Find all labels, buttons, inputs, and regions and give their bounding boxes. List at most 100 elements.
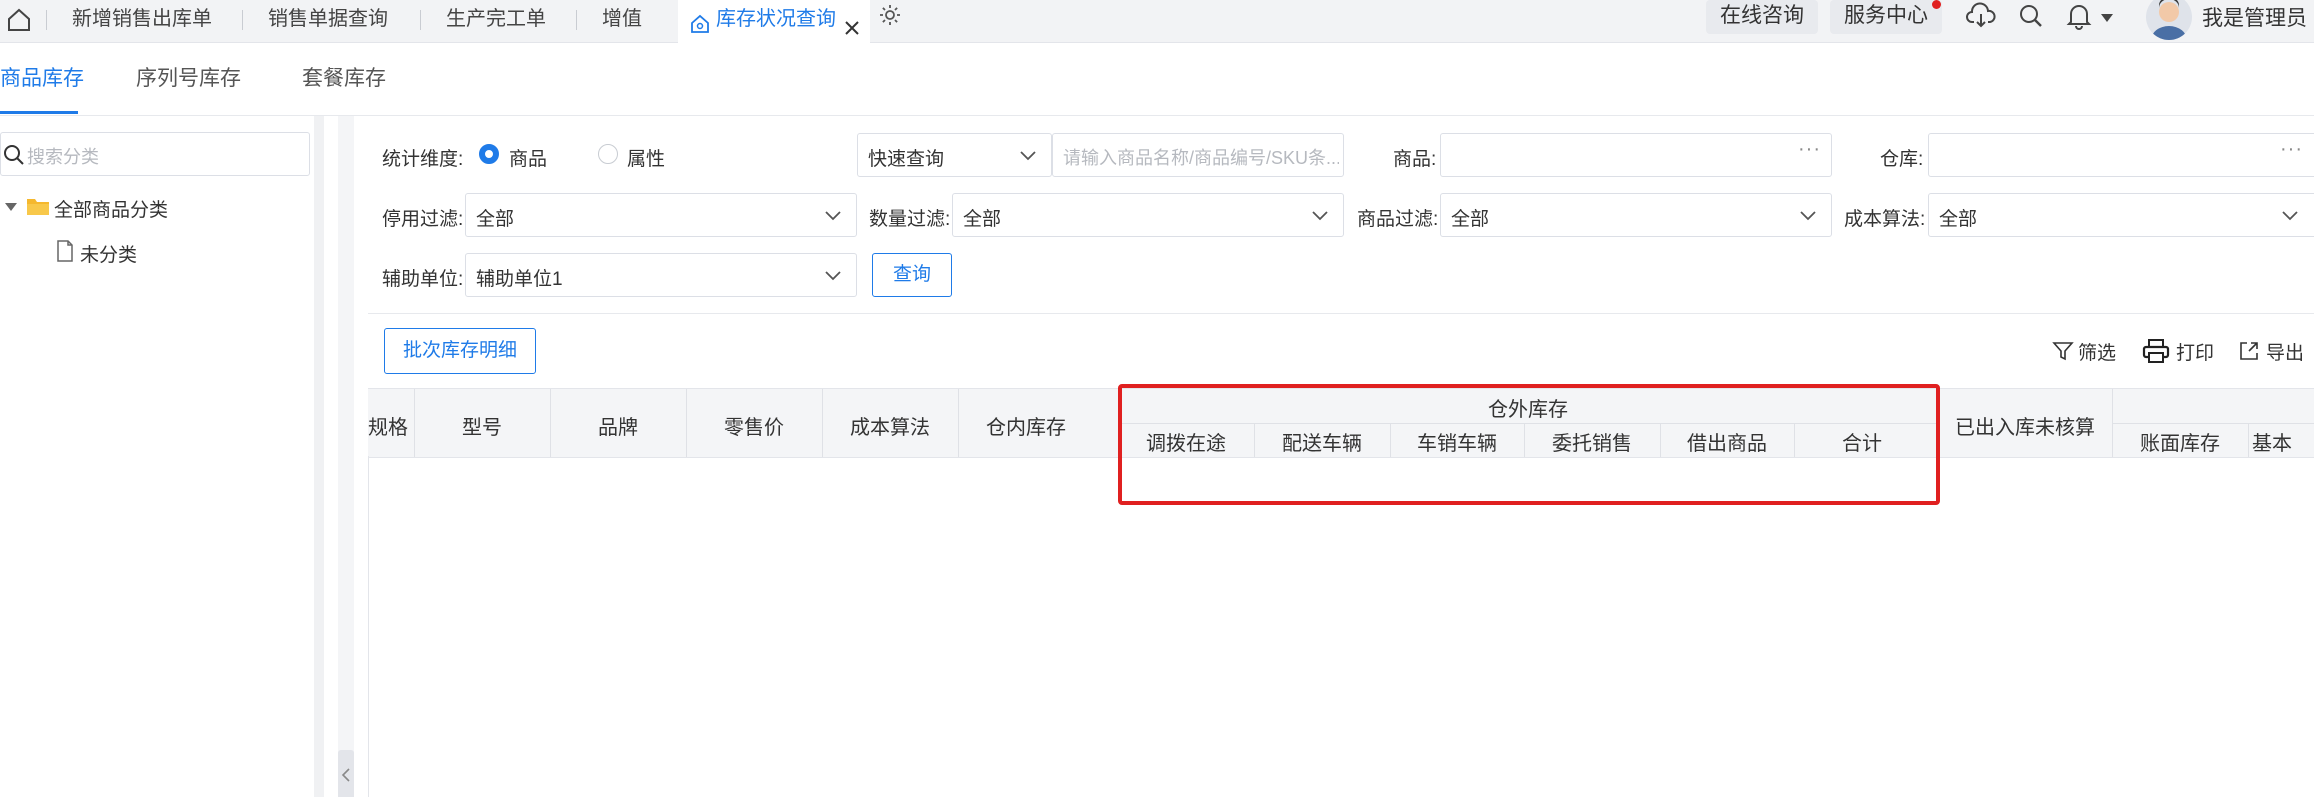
column-header-retail-price[interactable]: 零售价: [686, 411, 822, 440]
tab-inventory-status-label: 库存状况查询: [716, 8, 836, 30]
query-button[interactable]: 查询: [872, 253, 952, 297]
home-small-icon: [690, 9, 710, 33]
subtab-serial-inventory[interactable]: 序列号库存: [136, 62, 241, 92]
column-divider: [2248, 423, 2249, 457]
tab-value-added[interactable]: 增值: [602, 0, 642, 42]
product-selector[interactable]: ···: [1440, 133, 1832, 177]
search-icon[interactable]: [2018, 3, 2044, 29]
funnel-icon: [2052, 340, 2074, 362]
active-tab-indicator: [0, 111, 78, 114]
user-name[interactable]: 我是管理员: [2202, 2, 2307, 32]
quick-query-value: 快速查询: [868, 149, 945, 170]
search-icon: [3, 144, 25, 166]
tab-separator: [242, 10, 243, 30]
cost-method-select[interactable]: 全部: [1928, 193, 2314, 237]
product-filter-value: 全部: [1451, 209, 1490, 230]
service-center-button[interactable]: 服务中心: [1830, 0, 1942, 34]
chevron-down-icon: [2279, 204, 2301, 226]
avatar[interactable]: [2146, 0, 2192, 40]
warehouse-selector[interactable]: ···: [1928, 133, 2314, 177]
disable-filter-select[interactable]: 全部: [465, 193, 857, 237]
filter-button-label: 筛选: [2078, 343, 2117, 364]
more-dots-icon[interactable]: ···: [1798, 138, 1821, 161]
column-header-book-inventory[interactable]: 账面库存: [2112, 427, 2248, 456]
radio-attribute-label[interactable]: 属性: [627, 144, 665, 171]
panel-collapse-bar: [338, 116, 354, 797]
qty-filter-select[interactable]: 全部: [952, 193, 1344, 237]
online-consult-button[interactable]: 在线咨询: [1706, 0, 1818, 34]
file-icon: [56, 240, 74, 262]
chevron-down-icon: [1017, 144, 1039, 166]
tab-production-complete[interactable]: 生产完工单: [446, 0, 546, 42]
tab-new-sales-outbound[interactable]: 新增销售出库单: [72, 0, 212, 42]
export-icon: [2238, 340, 2260, 362]
export-button-label: 导出: [2266, 343, 2305, 364]
tab-separator: [46, 10, 47, 30]
cloud-download-icon[interactable]: [1966, 2, 1996, 30]
chevron-down-icon: [1797, 204, 1819, 226]
export-button[interactable]: 导出: [2238, 338, 2304, 365]
folder-icon: [26, 195, 50, 217]
product-filter-select[interactable]: 全部: [1440, 193, 1832, 237]
print-button[interactable]: 打印: [2142, 338, 2214, 365]
disable-filter-label: 停用过滤:: [382, 209, 464, 230]
table-body-border: [368, 456, 369, 797]
column-header-cost-method[interactable]: 成本算法: [822, 411, 958, 440]
category-scrollbar[interactable]: [314, 116, 324, 797]
subtab-package-inventory[interactable]: 套餐库存: [302, 62, 386, 92]
chevron-down-icon: [1309, 204, 1331, 226]
panel-collapse-button[interactable]: [338, 750, 354, 797]
product-label: 商品:: [1393, 149, 1437, 170]
home-icon[interactable]: [6, 7, 32, 33]
column-header-in-warehouse[interactable]: 仓内库存: [958, 411, 1094, 440]
chevron-down-icon: [822, 204, 844, 226]
caret-down-icon[interactable]: [2100, 10, 2114, 22]
top-tab-bar: 新增销售出库单 销售单据查询 生产完工单 增值 库存状况查询 在线咨询 服务中心…: [0, 0, 2314, 44]
group-divider: [2112, 423, 2314, 424]
tree-item-uncategorized[interactable]: 未分类: [80, 240, 137, 267]
radio-product-label[interactable]: 商品: [509, 144, 547, 171]
column-header-basic[interactable]: 基本: [2252, 427, 2312, 456]
batch-detail-button[interactable]: 批次库存明细: [384, 328, 536, 374]
product-filter-label: 商品过滤:: [1357, 209, 1439, 230]
column-header-brand[interactable]: 品牌: [550, 411, 686, 440]
notification-dot: [1932, 0, 1941, 9]
tab-separator: [576, 10, 577, 30]
dimension-label: 统计维度:: [382, 149, 464, 170]
aux-unit-label: 辅助单位:: [382, 269, 464, 290]
chevron-down-icon: [822, 264, 844, 286]
more-dots-icon[interactable]: ···: [2280, 138, 2303, 161]
tab-sales-query[interactable]: 销售单据查询: [268, 0, 388, 42]
warehouse-label: 仓库:: [1880, 149, 1924, 170]
subtab-product-inventory[interactable]: 商品库存: [0, 62, 84, 92]
bell-icon[interactable]: [2066, 2, 2092, 30]
print-button-label: 打印: [2176, 343, 2215, 364]
aux-unit-value: 辅助单位1: [476, 269, 563, 290]
filter-button[interactable]: 筛选: [2052, 338, 2116, 365]
qty-filter-label: 数量过滤:: [869, 209, 951, 230]
tab-inventory-status[interactable]: 库存状况查询: [678, 0, 870, 44]
column-header-unaccounted[interactable]: 已出入库未核算: [1938, 411, 2112, 440]
cost-method-label: 成本算法:: [1844, 209, 1926, 230]
aux-unit-select[interactable]: 辅助单位1: [465, 253, 857, 297]
disable-filter-value: 全部: [476, 209, 515, 230]
column-header-spec[interactable]: 规格: [368, 411, 408, 440]
radio-product[interactable]: [479, 144, 499, 164]
category-search-input[interactable]: 搜索分类: [0, 132, 310, 176]
tree-item-all-categories[interactable]: 全部商品分类: [54, 195, 168, 222]
quick-query-select[interactable]: 快速查询: [857, 133, 1052, 177]
filter-divider: [368, 313, 2314, 314]
radio-attribute[interactable]: [598, 144, 618, 164]
column-header-model[interactable]: 型号: [414, 411, 550, 440]
chevron-left-icon: [341, 768, 351, 782]
printer-icon: [2142, 338, 2170, 364]
tab-separator: [420, 10, 421, 30]
quick-query-input[interactable]: 请输入商品名称/商品编号/SKU条...: [1052, 133, 1344, 177]
gear-icon[interactable]: [878, 3, 902, 27]
close-icon[interactable]: [844, 11, 860, 35]
category-search-placeholder: 搜索分类: [27, 147, 99, 167]
quick-query-placeholder: 请输入商品名称/商品编号/SKU条...: [1063, 148, 1339, 168]
cost-method-value: 全部: [1939, 209, 1978, 230]
tree-expand-icon[interactable]: [4, 200, 18, 214]
outside-warehouse-highlight: [1118, 384, 1940, 505]
